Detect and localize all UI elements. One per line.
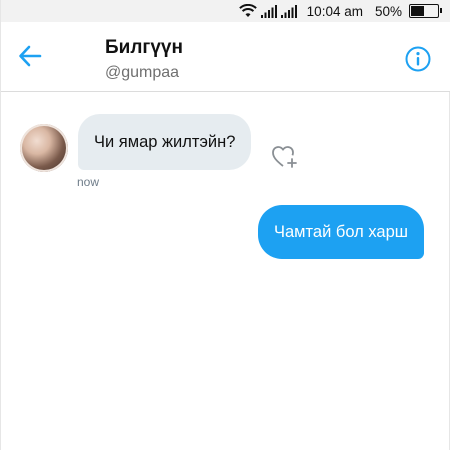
contact-handle: @gumpaa	[105, 64, 180, 81]
wifi-icon	[238, 4, 257, 18]
dm-conversation-screen: 10:04 am 50% Билгүүн @gumpaa Чи ямар жил…	[0, 0, 450, 450]
incoming-message-bubble[interactable]: Чи ямар жилтэйн?	[78, 114, 252, 170]
outgoing-message-bubble[interactable]: Чамтай бол харш	[258, 205, 424, 259]
status-bar: 10:04 am 50%	[1, 0, 450, 22]
like-message-button[interactable]	[271, 144, 299, 170]
message-text: Чи ямар жилтэйн?	[94, 132, 236, 151]
arrow-left-icon	[18, 45, 42, 72]
conversation-header: Билгүүн @gumpaa	[1, 22, 450, 92]
message-text: Чамтай бол харш	[274, 222, 408, 241]
avatar[interactable]	[20, 124, 68, 172]
info-button[interactable]	[405, 46, 431, 72]
battery-icon	[409, 4, 442, 18]
contact-name[interactable]: Билгүүн	[105, 37, 183, 59]
back-button[interactable]	[17, 45, 43, 72]
status-time: 10:04 am	[306, 3, 363, 19]
message-timestamp: now	[77, 175, 100, 189]
signal-icon	[260, 4, 277, 18]
info-icon	[405, 46, 431, 76]
heart-plus-icon	[271, 146, 299, 174]
battery-percent: 50%	[374, 3, 402, 19]
signal-icon	[280, 4, 297, 18]
